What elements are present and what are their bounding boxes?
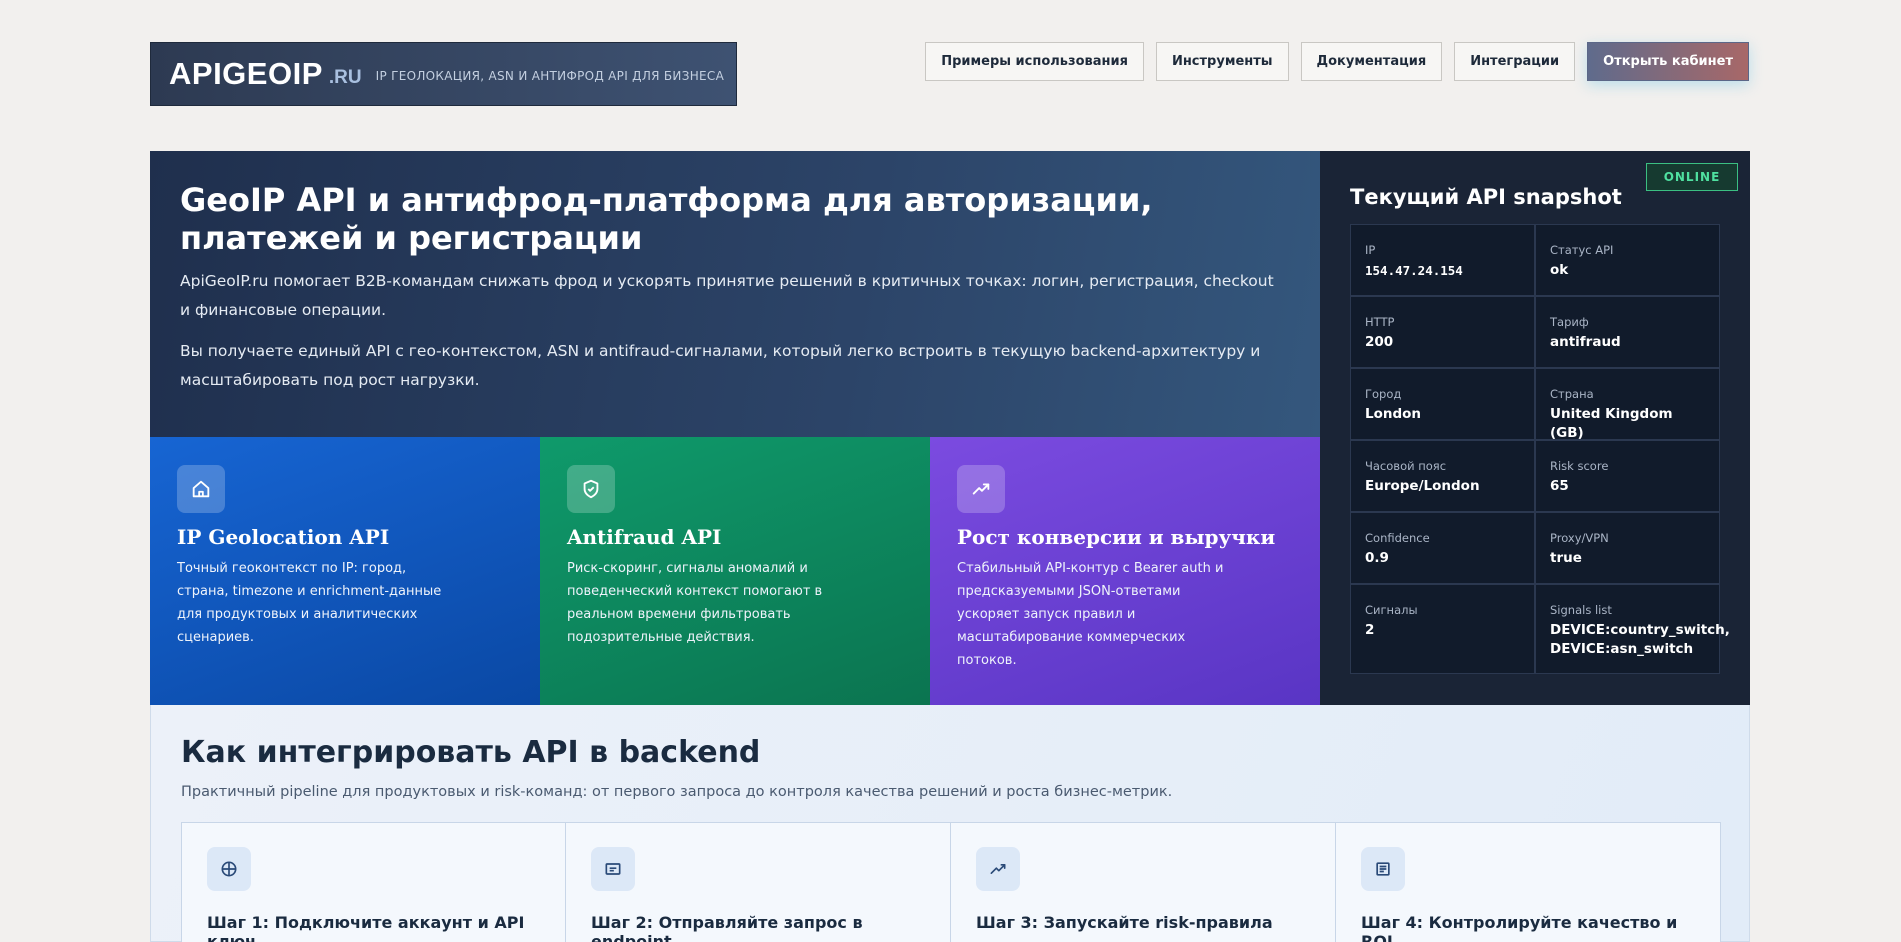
step-title: Шаг 3: Запускайте risk-правила <box>976 913 1273 932</box>
snapshot-cell-city: Город London <box>1350 368 1535 440</box>
feature-text: Точный геоконтекст по IP: город, страна,… <box>177 561 442 645</box>
feature-card-antifraud: Antifraud API Риск-скоринг, сигналы аном… <box>540 437 930 705</box>
globe-icon <box>207 847 251 891</box>
cell-value: true <box>1550 550 1582 566</box>
cell-label: Город <box>1365 387 1402 401</box>
cell-label: Сигналы <box>1365 603 1418 617</box>
feature-title: IP Geolocation API <box>177 525 390 549</box>
snapshot-cell-timezone: Часовой пояс Europe/London <box>1350 440 1535 512</box>
cell-value: 0.9 <box>1365 550 1389 566</box>
snapshot-cell-country: Страна United Kingdom (GB) <box>1535 368 1720 441</box>
snapshot-cell-http: HTTP 200 <box>1350 296 1535 368</box>
feature-title: Рост конверсии и выручки <box>957 525 1276 549</box>
snapshot-cell-risk-score: Risk score 65 <box>1535 440 1720 512</box>
feature-text: Риск-скоринг, сигналы аномалий и поведен… <box>567 561 823 645</box>
cell-label: IP <box>1365 243 1376 257</box>
logo-tagline: IP ГЕОЛОКАЦИЯ, ASN И АНТИФРОД API ДЛЯ БИ… <box>375 69 725 83</box>
step-title: Шаг 2: Отправляйте запрос в endpoint <box>591 913 863 942</box>
cell-label: Confidence <box>1365 531 1430 545</box>
nav-integrations-button[interactable]: Интеграции <box>1454 42 1576 81</box>
step-title: Шаг 4: Контролируйте качество и ROI <box>1361 913 1678 942</box>
home-icon <box>177 465 225 513</box>
api-snapshot-panel: ONLINE Текущий API snapshot IP 154.47.24… <box>1320 151 1750 705</box>
step-card-3: Шаг 3: Запускайте risk-правила <box>951 822 1336 942</box>
cell-label: Статус API <box>1550 243 1614 257</box>
top-navigation: Примеры использования Инструменты Докуме… <box>925 42 1749 81</box>
trending-up-icon <box>957 465 1005 513</box>
hero-paragraph-2: Вы получаете единый API с гео-контекстом… <box>180 342 1261 389</box>
snapshot-cell-signals: Сигналы 2 <box>1350 584 1535 674</box>
site-logo[interactable]: APIGEOIP .RU IP ГЕОЛОКАЦИЯ, ASN И АНТИФР… <box>150 42 737 106</box>
cell-label: Risk score <box>1550 459 1609 473</box>
hero-title: GeoIP API и антифрод-платформа для автор… <box>180 181 1153 257</box>
open-dashboard-button[interactable]: Открыть кабинет <box>1587 42 1749 81</box>
cell-value: Europe/London <box>1365 478 1480 494</box>
hero-section: GeoIP API и антифрод-платформа для автор… <box>150 151 1320 437</box>
chart-line-icon <box>976 847 1020 891</box>
feature-card-conversion: Рост конверсии и выручки Стабильный API-… <box>930 437 1320 705</box>
hero-paragraph-1: ApiGeoIP.ru помогает B2B-командам снижат… <box>180 272 1274 319</box>
snapshot-cell-plan: Тариф antifraud <box>1535 296 1720 368</box>
feature-card-geolocation: IP Geolocation API Точный геоконтекст по… <box>150 437 540 705</box>
feature-text: Стабильный API-контур с Bearer auth и пр… <box>957 561 1224 668</box>
feature-cards: IP Geolocation API Точный геоконтекст по… <box>150 437 1320 705</box>
cell-value: 2 <box>1365 622 1375 638</box>
cell-value: ok <box>1550 262 1569 278</box>
integration-steps: Шаг 1: Подключите аккаунт и API ключ Шаг… <box>181 822 1721 942</box>
cell-label: HTTP <box>1365 315 1395 329</box>
snapshot-title: Текущий API snapshot <box>1350 185 1622 209</box>
cell-value: DEVICE:country_switch, DEVICE:asn_switch <box>1550 622 1730 657</box>
cell-value: 200 <box>1365 334 1394 350</box>
cell-value: antifraud <box>1550 334 1621 350</box>
nav-examples-button[interactable]: Примеры использования <box>925 42 1144 81</box>
cell-label: Signals list <box>1550 603 1612 617</box>
snapshot-cell-signals-list: Signals list DEVICE:country_switch, DEVI… <box>1535 584 1730 674</box>
cell-value: London <box>1365 406 1422 422</box>
cell-label: Часовой пояс <box>1365 459 1447 473</box>
cell-value: United Kingdom (GB) <box>1550 406 1673 441</box>
step-title: Шаг 1: Подключите аккаунт и API ключ <box>207 913 525 942</box>
cell-label: Proxy/VPN <box>1550 531 1609 545</box>
snapshot-cell-proxy-vpn: Proxy/VPN true <box>1535 512 1720 584</box>
nav-docs-button[interactable]: Документация <box>1300 42 1443 81</box>
snapshot-cell-api-status: Статус API ok <box>1535 224 1720 296</box>
logo-main-text: APIGEOIP <box>169 56 323 91</box>
snapshot-cell-confidence: Confidence 0.9 <box>1350 512 1535 584</box>
logo-tld-text: .RU <box>328 67 362 88</box>
step-card-2: Шаг 2: Отправляйте запрос в endpoint <box>566 822 951 942</box>
list-icon <box>1361 847 1405 891</box>
step-card-4: Шаг 4: Контролируйте качество и ROI <box>1336 822 1721 942</box>
cell-label: Тариф <box>1550 315 1589 329</box>
feature-title: Antifraud API <box>567 525 722 549</box>
integration-section: Как интегрировать API в backend Практичн… <box>150 705 1750 942</box>
nav-tools-button[interactable]: Инструменты <box>1155 42 1289 81</box>
cell-value: 65 <box>1550 478 1569 494</box>
step-card-1: Шаг 1: Подключите аккаунт и API ключ <box>181 822 566 942</box>
snapshot-grid: IP 154.47.24.154 Статус API ok HTTP 200 … <box>1350 224 1730 674</box>
cell-value: 154.47.24.154 <box>1365 263 1463 278</box>
status-badge: ONLINE <box>1646 163 1738 191</box>
shield-check-icon <box>567 465 615 513</box>
integration-subtitle: Практичный pipeline для продуктовых и ri… <box>181 784 1173 800</box>
cell-label: Страна <box>1550 387 1594 401</box>
request-icon <box>591 847 635 891</box>
integration-title: Как интегрировать API в backend <box>181 735 761 770</box>
snapshot-cell-ip: IP 154.47.24.154 <box>1350 224 1535 296</box>
